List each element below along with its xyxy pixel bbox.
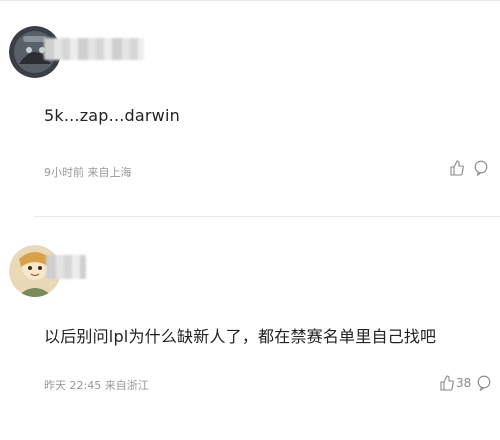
comment-text: 5k...zap...darwin xyxy=(44,106,180,125)
like-button[interactable]: 38 xyxy=(440,375,471,391)
reply-bubble-icon[interactable] xyxy=(477,375,491,391)
comment-item: 以后别问lpl为什么缺新人了，都在禁赛名单里自己找吧 昨天 22:45 来自浙江… xyxy=(0,217,500,440)
username-redacted xyxy=(44,38,144,60)
comment-text: 以后别问lpl为什么缺新人了，都在禁赛名单里自己找吧 xyxy=(44,327,437,346)
like-count: 38 xyxy=(456,376,472,390)
thumbs-up-icon xyxy=(440,375,454,391)
comment-meta: 昨天 22:45 来自浙江 xyxy=(44,379,149,392)
like-button[interactable] xyxy=(450,160,466,176)
comment-meta: 9小时前 来自上海 xyxy=(44,166,132,179)
thumbs-up-icon xyxy=(450,160,464,176)
reply-bubble-icon[interactable] xyxy=(474,160,488,176)
comment-item: 5k...zap...darwin 9小时前 来自上海 xyxy=(0,0,500,216)
username-redacted xyxy=(46,255,86,279)
